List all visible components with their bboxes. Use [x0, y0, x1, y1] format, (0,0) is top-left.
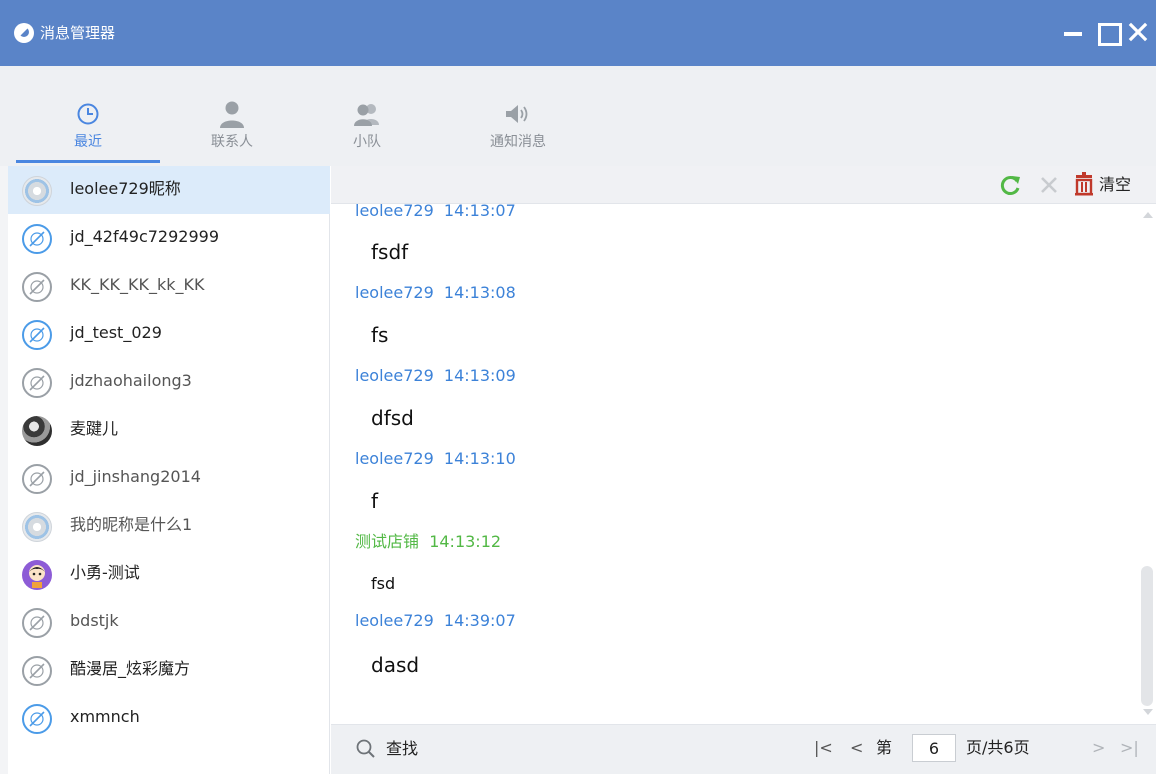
search-button[interactable]	[354, 736, 378, 762]
person-icon	[220, 101, 244, 128]
page-number-input[interactable]	[912, 734, 956, 762]
avatar	[22, 416, 52, 446]
contact-name: jdzhaohailong3	[70, 371, 192, 390]
contact-item[interactable]: jd_jinshang2014	[8, 454, 330, 502]
contact-name: leolee729昵称	[70, 179, 181, 198]
message-text: fs	[371, 323, 389, 347]
message-header: leolee729 14:13:08	[355, 283, 516, 302]
contact-item[interactable]: jd_42f49c7292999	[8, 214, 330, 262]
delete-button[interactable]	[1039, 172, 1059, 198]
message-header: leolee729 14:39:07	[355, 611, 516, 630]
contact-item[interactable]: KK_KK_KK_kk_KK	[8, 262, 330, 310]
speaker-icon	[506, 105, 528, 123]
trash-icon	[1075, 172, 1093, 196]
page-prefix-label: 第	[876, 738, 893, 757]
avatar	[22, 560, 52, 590]
contact-name: 麦踺儿	[70, 419, 119, 438]
avatar	[22, 368, 52, 398]
message-history: leolee729 14:13:07 fsdf leolee729 14:13:…	[331, 204, 1142, 724]
avatar	[22, 608, 52, 638]
close-button[interactable]	[1122, 14, 1152, 50]
first-page-button[interactable]: |<	[814, 737, 833, 759]
message-text: dasd	[371, 653, 420, 677]
contact-item[interactable]: 小勇-测试	[8, 550, 330, 598]
contact-item[interactable]: leolee729昵称	[8, 166, 330, 214]
contact-name: KK_KK_KK_kk_KK	[70, 275, 205, 294]
prev-page-button[interactable]: <	[850, 737, 863, 759]
tab-bar: 最近 联系人 小队 通知消息	[0, 66, 1156, 166]
minimize-button[interactable]	[1058, 14, 1088, 50]
scroll-thumb[interactable]	[1141, 566, 1153, 706]
message-header: leolee729 14:13:10	[355, 449, 516, 468]
contact-item[interactable]: jd_test_029	[8, 310, 330, 358]
scroll-down-arrow-icon[interactable]	[1143, 709, 1153, 715]
avatar	[22, 656, 52, 686]
message-text: dfsd	[371, 406, 414, 430]
contact-item[interactable]: xmmnch	[8, 694, 330, 742]
contact-item[interactable]: jdzhaohailong3	[8, 358, 330, 406]
message-text: fsdf	[371, 240, 409, 264]
contact-name: jd_test_029	[70, 323, 162, 342]
tab-team[interactable]: 小队	[307, 98, 427, 160]
tab-contacts-label: 联系人	[211, 134, 253, 150]
contact-item[interactable]: 我的昵称是什么1	[8, 502, 330, 550]
avatar	[22, 464, 52, 494]
bottom-bar	[331, 724, 1156, 774]
window-title: 消息管理器	[40, 24, 116, 42]
contact-name: 我的昵称是什么1	[70, 515, 193, 534]
avatar	[22, 512, 52, 542]
next-page-button[interactable]: >	[1092, 737, 1105, 759]
contact-name: 酷漫居_炫彩魔方	[70, 659, 191, 678]
message-toolbar	[331, 166, 1156, 204]
avatar	[22, 320, 52, 350]
contact-list: leolee729昵称 jd_42f49c7292999 KK_KK_KK_kk…	[0, 166, 330, 774]
title-bar: 消息管理器	[0, 0, 1156, 66]
close-icon	[1128, 22, 1148, 42]
tab-team-label: 小队	[353, 134, 381, 150]
message-header: leolee729 14:13:07	[355, 204, 516, 220]
maximize-button[interactable]	[1092, 14, 1122, 50]
scroll-up-arrow-icon[interactable]	[1143, 212, 1153, 218]
active-tab-indicator	[16, 160, 160, 163]
message-text: fsd	[371, 574, 396, 593]
refresh-button[interactable]	[999, 172, 1023, 198]
last-page-button[interactable]: >|	[1120, 737, 1139, 759]
search-label[interactable]: 查找	[386, 738, 418, 760]
search-icon	[356, 739, 375, 758]
clear-button[interactable]	[1073, 172, 1095, 198]
tab-notifications-label: 通知消息	[490, 134, 546, 150]
contact-name: 小勇-测试	[70, 563, 140, 582]
tab-contacts[interactable]: 联系人	[172, 98, 292, 160]
delete-icon	[1041, 177, 1057, 193]
clear-label[interactable]: 清空	[1099, 174, 1131, 196]
tab-recent-label: 最近	[74, 134, 102, 150]
message-header: leolee729 14:13:09	[355, 366, 516, 385]
message-header: 测试店铺 14:13:12	[355, 532, 502, 551]
team-icon	[354, 104, 379, 126]
app-logo-icon	[14, 23, 34, 43]
contact-item[interactable]: bdstjk	[8, 598, 330, 646]
tab-notifications[interactable]: 通知消息	[458, 98, 578, 160]
avatar	[22, 704, 52, 734]
contact-item[interactable]: 酷漫居_炫彩魔方	[8, 646, 330, 694]
refresh-icon	[1000, 176, 1020, 195]
avatar	[22, 272, 52, 302]
contact-item[interactable]: 麦踺儿	[8, 406, 330, 454]
avatar	[22, 224, 52, 254]
message-text: f	[371, 489, 379, 513]
page-suffix-label: 页/共6页	[966, 738, 1030, 757]
contact-name: xmmnch	[70, 707, 140, 726]
contact-name: jd_42f49c7292999	[70, 227, 220, 246]
tab-recent[interactable]: 最近	[28, 98, 148, 160]
contact-name: bdstjk	[70, 611, 119, 630]
avatar	[22, 176, 52, 206]
contact-name: jd_jinshang2014	[70, 467, 201, 486]
clock-icon	[77, 103, 99, 125]
